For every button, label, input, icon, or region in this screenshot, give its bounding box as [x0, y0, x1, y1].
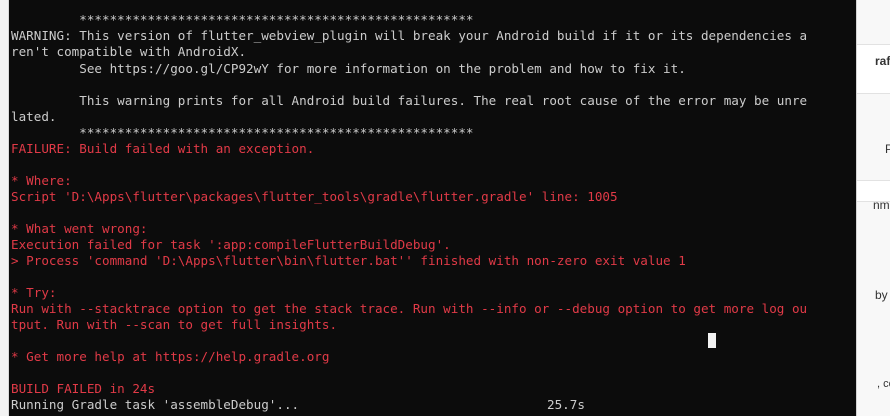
terminal-line: Running Gradle task 'assembleDebug'... — [11, 397, 300, 412]
background-window-edge: raf nm P by , cc — [856, 0, 890, 416]
left-window-edge — [0, 0, 9, 416]
background-text-fragment: nm — [873, 198, 890, 212]
terminal-line: tput. Run with --scan to get full insigh… — [11, 317, 338, 332]
terminal-line: ****************************************… — [11, 12, 474, 27]
terminal-window[interactable]: ****************************************… — [9, 0, 856, 416]
background-text-fragment: P — [885, 142, 890, 156]
terminal-line: Execution failed for task ':app:compileF… — [11, 237, 451, 252]
terminal-line: > Process 'command 'D:\Apps\flutter\bin\… — [11, 253, 686, 268]
terminal-line: * What went wrong: — [11, 221, 148, 236]
terminal-line: ****************************************… — [11, 125, 474, 140]
terminal-line: Run with --stacktrace option to get the … — [11, 301, 808, 316]
background-card — [857, 44, 890, 94]
background-text-fragment: , cc — [877, 378, 890, 390]
terminal-line: See https://goo.gl/CP92wY for more infor… — [11, 61, 686, 76]
elapsed-time: 25.7s — [547, 397, 585, 412]
terminal-line: BUILD FAILED in 24s — [11, 381, 156, 396]
terminal-line: * Try: — [11, 285, 57, 300]
background-text-fragment: by — [875, 288, 888, 302]
background-text-fragment: raf — [875, 54, 890, 68]
terminal-line: Script 'D:\Apps\flutter\packages\flutter… — [11, 189, 618, 204]
terminal-line: ren't compatible with AndroidX. — [11, 44, 247, 59]
terminal-line: FAILURE: Build failed with an exception. — [11, 141, 315, 156]
terminal-line: This warning prints for all Android buil… — [11, 93, 808, 108]
terminal-line: * Get more help at https://help.gradle.o… — [11, 349, 330, 364]
terminal-line: lated. — [11, 109, 57, 124]
terminal-line: * Where: — [11, 173, 72, 188]
terminal-line: WARNING: This version of flutter_webview… — [11, 28, 808, 43]
text-cursor — [708, 333, 716, 348]
